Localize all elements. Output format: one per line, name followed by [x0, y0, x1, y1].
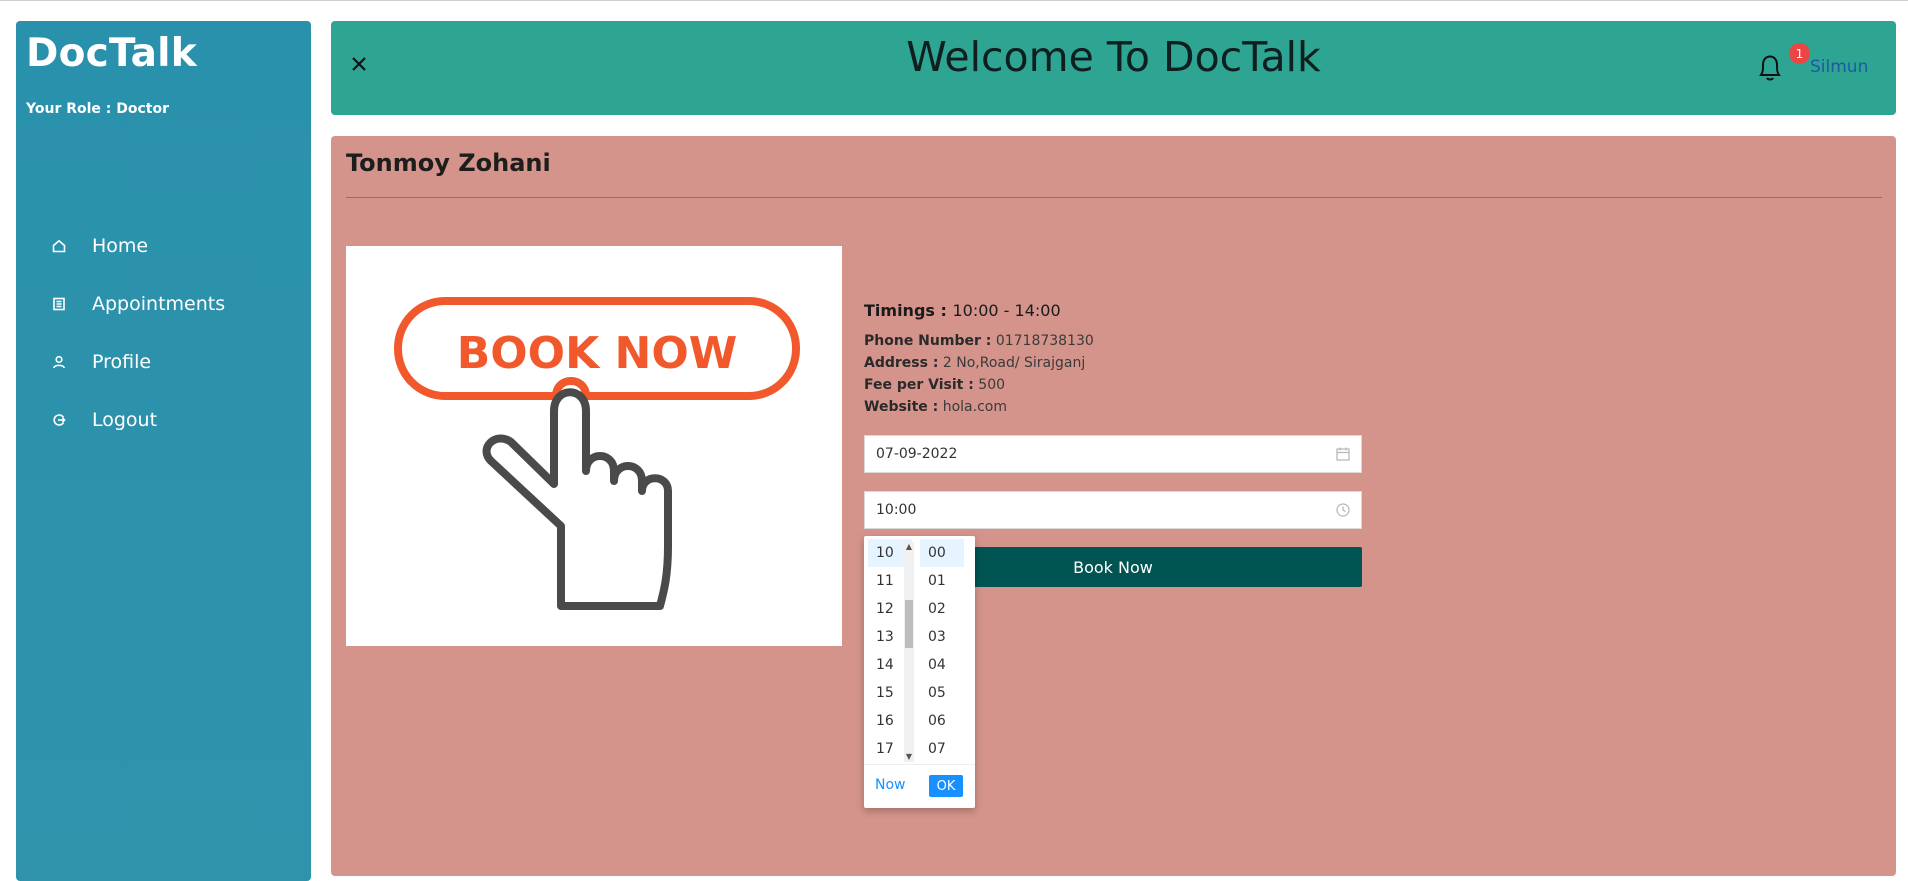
bell-icon[interactable] — [1755, 51, 1785, 85]
website-label: Website : — [864, 399, 939, 415]
address-row: Address : 2 No,Road/ Sirajganj — [864, 352, 1094, 374]
website-value: hola.com — [942, 399, 1007, 415]
minute-column[interactable]: 00 01 02 03 04 05 06 07 — [920, 539, 964, 763]
scroll-up-icon[interactable]: ▲ — [905, 543, 913, 551]
user-icon — [50, 353, 68, 371]
user-role: Your Role : Doctor — [26, 101, 170, 117]
minute-option[interactable]: 01 — [920, 567, 964, 595]
sidebar-item-label: Profile — [92, 351, 152, 373]
page-title: Welcome To DocTalk — [906, 33, 1321, 81]
minute-option[interactable]: 07 — [920, 735, 964, 763]
brand-logo: DocTalk — [26, 31, 197, 76]
sidebar-item-label: Logout — [92, 409, 158, 431]
address-label: Address : — [864, 355, 939, 371]
timings-label: Timings : — [864, 301, 947, 320]
sidebar: DocTalk Your Role : Doctor Home Appointm… — [16, 21, 311, 881]
minute-option[interactable]: 04 — [920, 651, 964, 679]
time-picker-dropdown: 10 11 12 13 14 15 16 17 ▲ ▼ 00 01 02 03 … — [864, 536, 975, 808]
scrollbar-thumb[interactable] — [905, 600, 913, 648]
sidebar-item-appointments[interactable]: Appointments — [16, 275, 311, 333]
date-input[interactable] — [865, 435, 1335, 473]
book-now-illustration: BOOK NOW — [394, 297, 800, 610]
user-name-link[interactable]: Silmun — [1810, 57, 1868, 77]
address-value: 2 No,Road/ Sirajganj — [942, 355, 1086, 371]
fee-row: Fee per Visit : 500 — [864, 374, 1094, 396]
logout-icon — [50, 411, 68, 429]
scroll-down-icon[interactable]: ▼ — [905, 753, 913, 761]
minute-option[interactable]: 06 — [920, 707, 964, 735]
minute-option[interactable]: 02 — [920, 595, 964, 623]
phone-value: 01718738130 — [995, 333, 1094, 349]
fee-label: Fee per Visit : — [864, 377, 974, 393]
doctor-info: Timings : 10:00 - 14:00 Phone Number : 0… — [864, 301, 1094, 418]
sidebar-item-label: Home — [92, 235, 149, 257]
timings-value: 10:00 - 14:00 — [952, 301, 1061, 320]
website-row: Website : hola.com — [864, 396, 1094, 418]
phone-row: Phone Number : 01718738130 — [864, 330, 1094, 352]
sidebar-item-profile[interactable]: Profile — [16, 333, 311, 391]
hour-scrollbar[interactable]: ▲ ▼ — [904, 542, 914, 762]
book-now-banner: BOOK NOW — [346, 246, 842, 646]
doctor-name: Tonmoy Zohani — [346, 149, 551, 177]
now-link[interactable]: Now — [875, 777, 906, 793]
timings: Timings : 10:00 - 14:00 — [864, 301, 1094, 320]
top-header: Welcome To DocTalk 1 Silmun — [331, 21, 1896, 115]
calendar-icon — [1336, 447, 1350, 461]
phone-label: Phone Number : — [864, 333, 992, 349]
picker-footer: Now OK — [864, 764, 975, 808]
fee-value: 500 — [978, 377, 1006, 393]
minute-option[interactable]: 03 — [920, 623, 964, 651]
sidebar-item-logout[interactable]: Logout — [16, 391, 311, 449]
list-icon — [50, 295, 68, 313]
time-input[interactable] — [865, 491, 1335, 529]
sidebar-item-label: Appointments — [92, 293, 226, 315]
sidebar-nav: Home Appointments Profile Logout — [16, 217, 311, 449]
doctor-card: Tonmoy Zohani BOOK NOW Timings : 10:00 -… — [331, 136, 1896, 876]
sidebar-item-home[interactable]: Home — [16, 217, 311, 275]
home-icon — [50, 237, 68, 255]
time-picker-field[interactable] — [864, 491, 1362, 529]
divider — [346, 197, 1882, 198]
date-picker-field[interactable] — [864, 435, 1362, 473]
notification-badge: 1 — [1789, 43, 1810, 64]
minute-option[interactable]: 05 — [920, 679, 964, 707]
ok-button[interactable]: OK — [929, 775, 963, 797]
banner-text: BOOK NOW — [457, 328, 738, 379]
clock-icon — [1336, 503, 1350, 517]
minute-option[interactable]: 00 — [920, 539, 964, 567]
